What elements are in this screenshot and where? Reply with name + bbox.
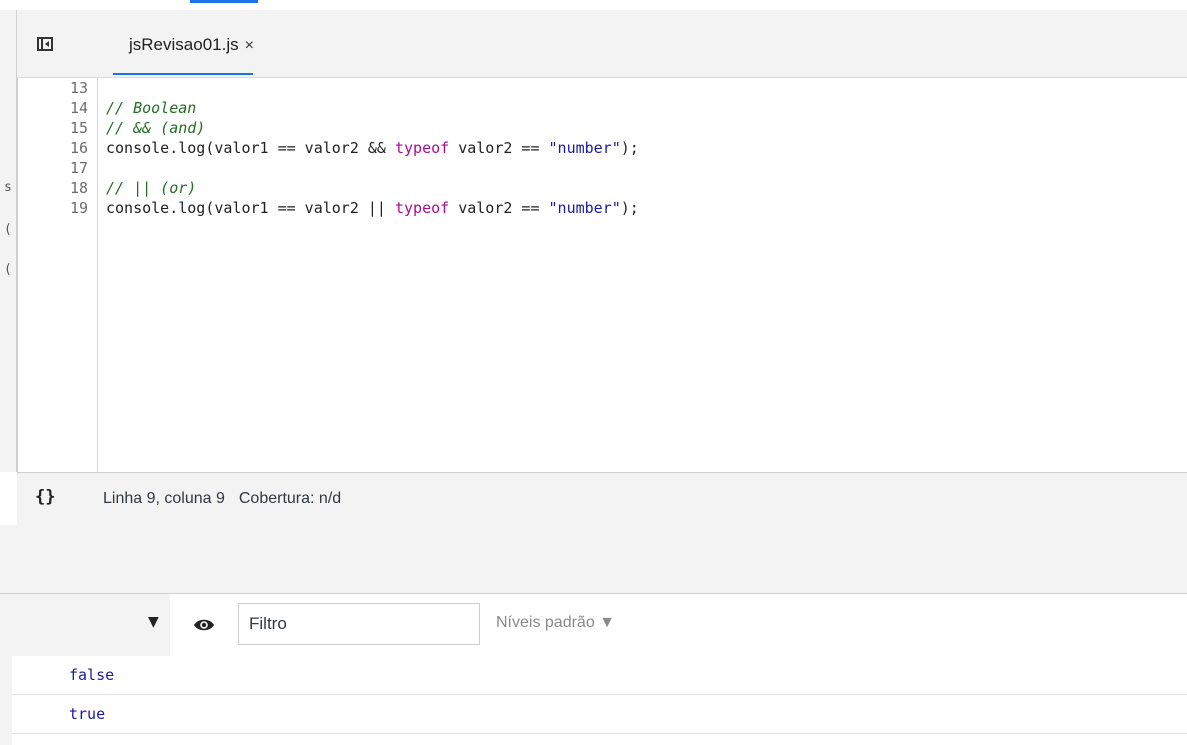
code-text: // Boolean — [106, 98, 196, 118]
code-token: // Boolean — [106, 99, 197, 117]
console-message: true — [12, 695, 1187, 734]
log-levels-dropdown[interactable]: Níveis padrão ▼ — [496, 614, 615, 632]
code-token: "number" — [548, 199, 621, 217]
code-line: 17 — [18, 158, 1187, 178]
status-text: Linha 9, coluna 9 Cobertura: n/d — [103, 490, 341, 508]
code-text: // || (or) — [106, 178, 196, 198]
editor-status-bar: {} Linha 9, coluna 9 Cobertura: n/d — [17, 472, 1187, 526]
code-editor[interactable]: 13 14 // Boolean 15 // && (and) 16 console.log… — [17, 78, 1187, 472]
line-number: 19 — [69, 199, 88, 217]
code-token: typeof — [394, 199, 450, 217]
left-panel-edge: s ( ( — [0, 10, 17, 472]
code-token: valor2 == — [449, 139, 549, 157]
drawer-spacer — [0, 525, 1187, 593]
code-text: console.log(valor1 == valor2 && typeof v… — [106, 138, 639, 158]
code-token: console.log(valor1 == valor2 || — [106, 199, 395, 217]
console-toolbar: ▼ Níveis padrão ▼ — [0, 593, 1187, 657]
sidebar-toggle-icon[interactable] — [37, 37, 53, 51]
cursor-position: Linha 9, coluna 9 — [103, 490, 225, 507]
line-number: 14 — [69, 99, 88, 117]
code-line: 14 // Boolean — [18, 98, 1187, 118]
code-text: // && (and) — [106, 118, 205, 138]
code-token: console.log(valor1 == valor2 && — [106, 139, 395, 157]
code-token: "number" — [548, 139, 621, 157]
chevron-down-icon[interactable]: ▼ — [148, 614, 159, 630]
code-line: 16 console.log(valor1 == valor2 && typeof… — [18, 138, 1187, 158]
code-line: 18 // || (or) — [18, 178, 1187, 198]
code-token: ); — [620, 139, 639, 157]
line-number: 16 — [69, 139, 88, 157]
coverage-status: Cobertura: n/d — [238, 490, 342, 507]
code-token: ); — [620, 199, 639, 217]
code-token: // && (and) — [106, 119, 206, 137]
active-panel-indicator — [190, 0, 258, 3]
code-text: console.log(valor1 == valor2 || typeof v… — [106, 198, 639, 218]
line-number: 17 — [69, 159, 88, 177]
line-number: 13 — [69, 79, 88, 97]
code-token: // || (or) — [106, 179, 197, 197]
eye-icon[interactable] — [193, 618, 215, 632]
console-gutter — [0, 656, 12, 745]
console-message: false — [12, 656, 1187, 695]
curly-braces-icon[interactable]: {} — [35, 487, 55, 507]
left-edge-fragment: ( — [4, 262, 12, 277]
active-tab-underline — [113, 73, 253, 75]
left-edge-fragment: s — [4, 180, 12, 195]
code-line: 15 // && (and) — [18, 118, 1187, 138]
tab-jsrevisao01[interactable]: jsRevisao01.js × — [113, 30, 270, 77]
close-icon[interactable]: × — [245, 37, 254, 54]
editor-tab-bar: jsRevisao01.js × — [17, 10, 1187, 78]
left-edge-fragment: ( — [4, 222, 12, 237]
code-line: 13 — [18, 78, 1187, 98]
code-token: valor2 == — [449, 199, 549, 217]
code-token: typeof — [394, 139, 450, 157]
console-messages: false true — [0, 656, 1187, 745]
context-selector[interactable]: ▼ — [0, 594, 170, 656]
tab-label: jsRevisao01.js — [129, 35, 239, 54]
code-line: 19 console.log(valor1 == valor2 || typeof… — [18, 198, 1187, 218]
line-number: 15 — [69, 119, 88, 137]
line-number: 18 — [69, 179, 88, 197]
filter-input[interactable] — [238, 603, 480, 645]
top-strip — [0, 0, 1187, 10]
